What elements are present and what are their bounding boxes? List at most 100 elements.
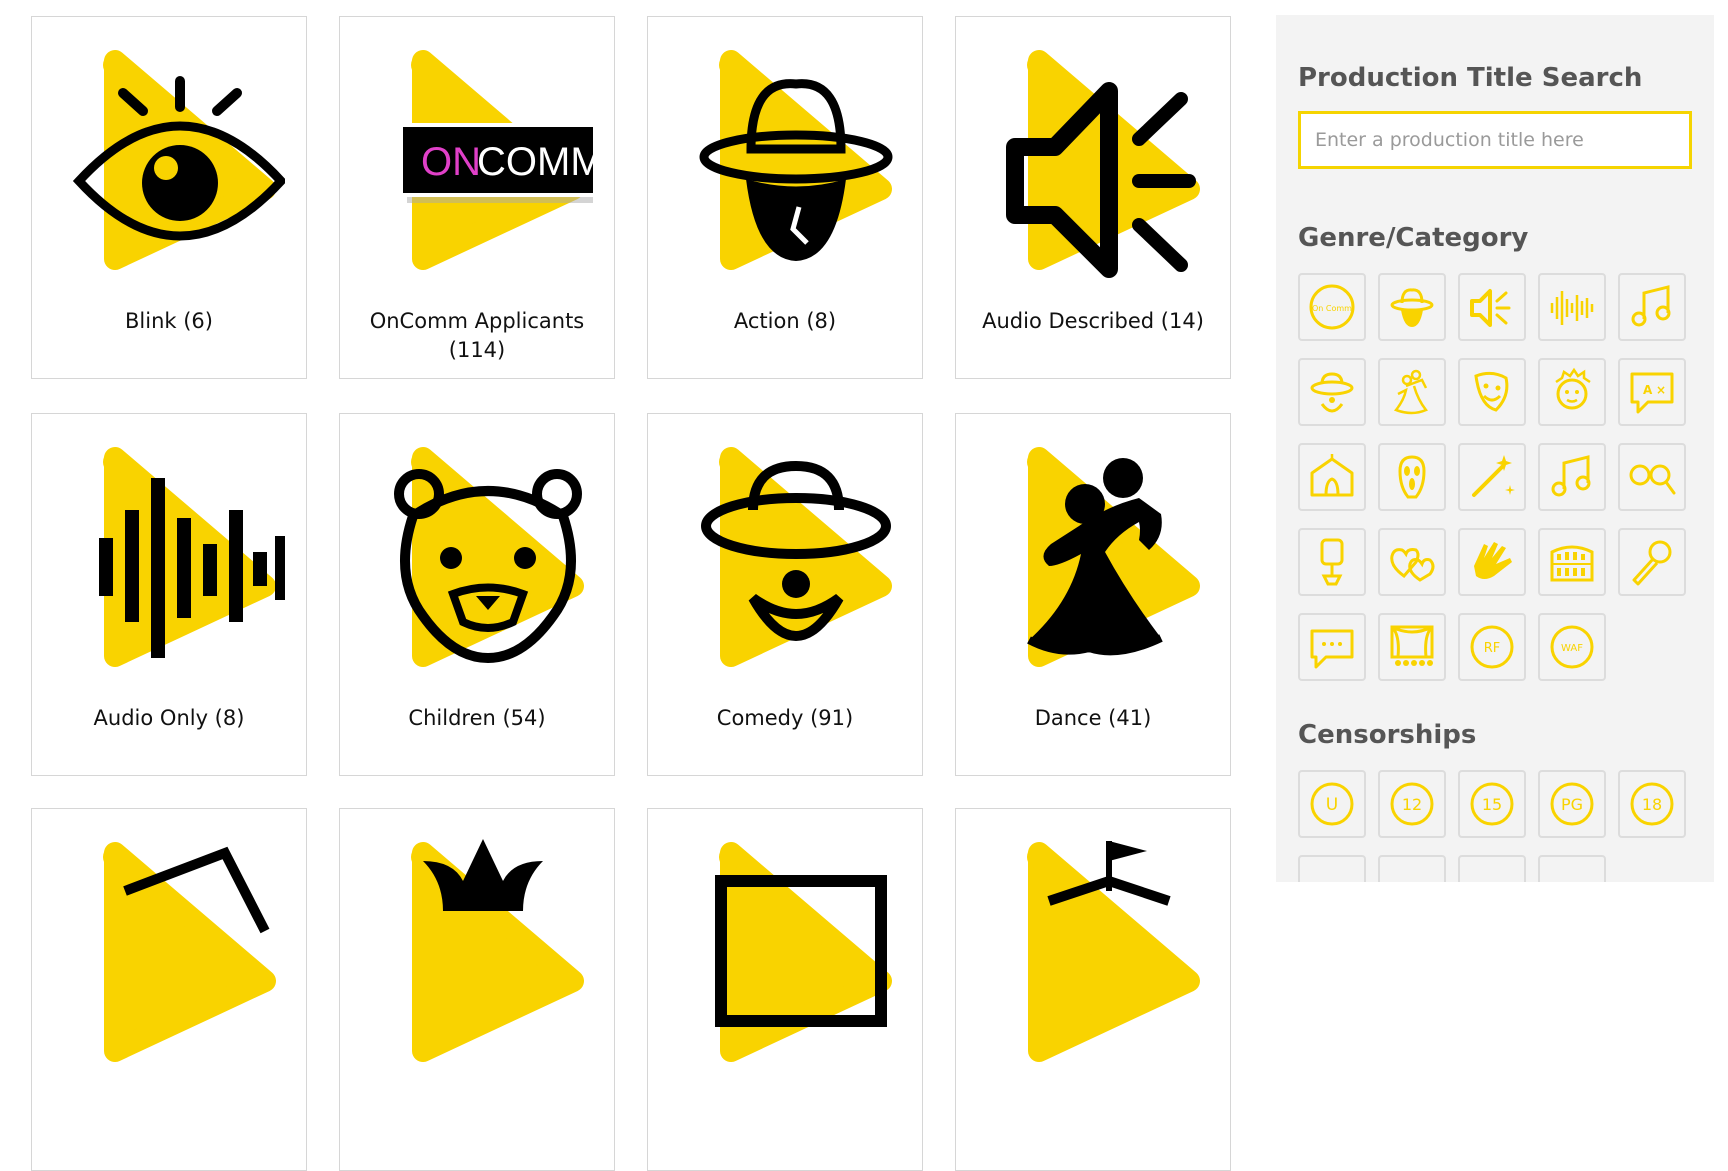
fedora-hat-icon xyxy=(1390,288,1434,327)
svg-text:A: A xyxy=(1643,383,1653,397)
genre-card-blink[interactable]: Blink (6) xyxy=(31,16,307,379)
genre-filter-action[interactable] xyxy=(1378,273,1446,341)
genre-card-label: OnComm Applicants (114) xyxy=(369,309,585,362)
theatre-stage-icon xyxy=(1390,625,1434,666)
genre-filter-romance[interactable] xyxy=(1378,528,1446,596)
genre-filter-oncomm[interactable]: On Comm xyxy=(1298,273,1366,341)
rf-badge-text: RF xyxy=(1484,641,1501,656)
genre-card-action[interactable]: Action (8) xyxy=(647,16,923,379)
rating-text: U xyxy=(1326,795,1338,815)
wild-hair-face-icon xyxy=(1555,367,1591,410)
genre-filter-signed[interactable] xyxy=(1458,528,1526,596)
genre-filter-audio-described[interactable] xyxy=(1458,273,1526,341)
genre-filter-spoken-word[interactable] xyxy=(1298,613,1366,681)
logo-comm-text: COMM xyxy=(477,140,593,184)
rating-text: PG xyxy=(1561,795,1583,814)
rating-12-icon: 12 xyxy=(1390,782,1434,826)
rating-pg-icon: PG xyxy=(1550,782,1594,826)
rating-18-icon: 18 xyxy=(1630,782,1674,826)
drama-icon xyxy=(103,842,276,1062)
genre-filter-waf[interactable]: WAF xyxy=(1538,613,1606,681)
oncomm-circle-icon: On Comm xyxy=(1309,284,1355,330)
genre-card-label: Audio Described (14) xyxy=(982,309,1204,333)
glasses-icon xyxy=(1629,464,1676,495)
genre-filter-drama[interactable] xyxy=(1458,358,1526,426)
rating-filter-12[interactable]: 12 xyxy=(1378,770,1446,838)
genre-card-label: Blink (6) xyxy=(125,309,213,333)
magic-wand-icon xyxy=(1472,455,1515,497)
rating-text: 15 xyxy=(1482,795,1502,814)
rf-badge-icon: RF xyxy=(1470,625,1514,669)
genre-card-oncomm-applicants[interactable]: ON COMM OnComm Applicants (114) xyxy=(339,16,615,379)
frame-icon xyxy=(715,842,892,1062)
dancing-couple-icon xyxy=(1393,369,1429,415)
genre-filter-musical[interactable] xyxy=(1538,443,1606,511)
filter-tile-partial[interactable] xyxy=(1378,855,1446,882)
genre-card-row3-2[interactable] xyxy=(339,808,615,1171)
genre-filter-rf[interactable]: RF xyxy=(1458,613,1526,681)
genre-filter-music-live[interactable] xyxy=(1618,528,1686,596)
speech-bubble-icon xyxy=(1310,629,1354,669)
genre-card-label: Dance (41) xyxy=(1034,706,1152,730)
genre-card-children[interactable]: Children (54) xyxy=(339,413,615,776)
speaker-icon xyxy=(1006,50,1200,278)
waf-badge-text: WAF xyxy=(1561,643,1583,654)
sign-language-icon xyxy=(1474,542,1512,579)
genre-filter-music[interactable] xyxy=(1618,273,1686,341)
genre-filter-horror-face[interactable] xyxy=(1538,358,1606,426)
circus-tent-icon xyxy=(1310,454,1354,497)
dancing-couple-icon xyxy=(1027,447,1200,667)
genre-category-heading: Genre/Category xyxy=(1298,223,1529,253)
genre-filter-magic[interactable] xyxy=(1458,443,1526,511)
circus-tent-icon xyxy=(1027,841,1200,1062)
genre-card-dance[interactable]: Dance (41) xyxy=(955,413,1231,776)
genre-card-label: Children (54) xyxy=(408,706,546,730)
filter-tile-partial[interactable] xyxy=(1538,855,1606,882)
hearts-icon xyxy=(1390,548,1435,582)
bear-icon xyxy=(394,447,584,667)
rating-filter-pg[interactable]: PG xyxy=(1538,770,1606,838)
genre-card-audio-only[interactable]: Audio Only (8) xyxy=(31,413,307,776)
filter-tile-partial[interactable] xyxy=(1298,855,1366,882)
eye-icon xyxy=(72,50,285,270)
sound-wave-icon xyxy=(1550,291,1594,325)
genre-filter-mystery[interactable] xyxy=(1618,443,1686,511)
genre-filter-horror[interactable] xyxy=(1378,443,1446,511)
svg-text:×: × xyxy=(1656,383,1666,397)
rating-filter-18[interactable]: 18 xyxy=(1618,770,1686,838)
genre-card-row3-4[interactable] xyxy=(955,808,1231,1171)
colosseum-icon xyxy=(1550,545,1594,582)
search-heading: Production Title Search xyxy=(1298,63,1643,93)
genre-card-comedy[interactable]: Comedy (91) xyxy=(647,413,923,776)
clown-icon xyxy=(1310,372,1354,413)
genre-filter-foreign-language[interactable]: A × xyxy=(1618,358,1686,426)
genre-card-label: Comedy (91) xyxy=(716,706,854,730)
rating-filter-u[interactable]: U xyxy=(1298,770,1366,838)
genre-filter-history[interactable] xyxy=(1538,528,1606,596)
logo-on-text: ON xyxy=(421,140,481,184)
genre-card-row3-3[interactable] xyxy=(647,808,923,1171)
oncomm-badge-text: On Comm xyxy=(1312,304,1352,313)
crown-icon xyxy=(411,839,584,1062)
filter-tile-partial[interactable] xyxy=(1458,855,1526,882)
genre-filter-theatre[interactable] xyxy=(1378,613,1446,681)
microphone-icon xyxy=(1632,540,1672,586)
rating-filter-15[interactable]: 15 xyxy=(1458,770,1526,838)
genre-filter-circus[interactable] xyxy=(1298,443,1366,511)
music-note-icon xyxy=(1551,455,1591,497)
genre-card-label: Action (8) xyxy=(733,309,837,333)
genre-filter-comedy[interactable] xyxy=(1298,358,1366,426)
rating-u-icon: U xyxy=(1310,782,1354,826)
fedora-hat-icon xyxy=(699,50,893,270)
microphone-stand-icon xyxy=(1320,538,1344,586)
music-note-icon xyxy=(1631,285,1671,327)
oncomm-logo: ON COMM xyxy=(399,50,593,270)
genre-filter-audio-only[interactable] xyxy=(1538,273,1606,341)
genre-card-row3-1[interactable] xyxy=(31,808,307,1171)
rating-15-icon: 15 xyxy=(1470,782,1514,826)
genre-filter-dance[interactable] xyxy=(1378,358,1446,426)
genre-card-audio-described[interactable]: Audio Described (14) xyxy=(955,16,1231,379)
sound-wave-icon xyxy=(99,447,285,667)
genre-filter-podcast[interactable] xyxy=(1298,528,1366,596)
production-title-search-input[interactable] xyxy=(1298,111,1692,169)
